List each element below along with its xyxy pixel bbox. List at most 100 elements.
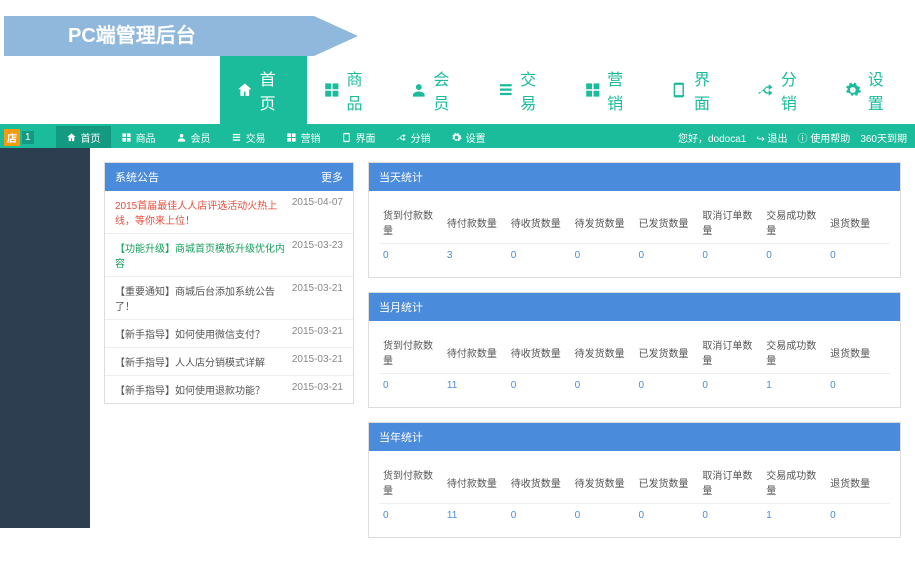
stat-value: 11 — [443, 504, 507, 528]
stat-panel-header: 当天统计 — [369, 163, 900, 191]
stat-value: 0 — [571, 244, 635, 268]
tnav-label: 营销 — [301, 130, 321, 145]
main-nav-home[interactable]: 首页 — [220, 56, 307, 124]
notice-more[interactable]: 更多 — [321, 169, 343, 185]
stat-header: 待付款数量 — [443, 201, 507, 244]
stat-table: 货到付款数量待付款数量待收货数量待发货数量已发货数量取消订单数量交易成功数量退货… — [379, 201, 890, 267]
notice-date: 2015-03-21 — [292, 354, 343, 369]
stat-table: 货到付款数量待付款数量待收货数量待发货数量已发货数量取消订单数量交易成功数量退货… — [379, 461, 890, 527]
stat-value: 11 — [443, 374, 507, 398]
expire-text: 360天到期 — [860, 130, 907, 145]
teal-nav-grid[interactable]: 商品 — [111, 126, 166, 148]
notice-text: 【重要通知】商城后台添加系统公告了！ — [115, 283, 292, 313]
notice-title: 系统公告 — [115, 169, 159, 185]
stat-value: 0 — [698, 244, 762, 268]
stat-value: 0 — [379, 504, 443, 528]
teal-nav-device[interactable]: 界面 — [331, 126, 386, 148]
stat-value: 3 — [443, 244, 507, 268]
tnav-label: 界面 — [356, 130, 376, 145]
notice-item[interactable]: 2015首届最佳人人店评选活动火热上线，等你来上位！2015-04-07 — [105, 191, 353, 233]
stat-header: 待发货数量 — [571, 201, 635, 244]
stat-header: 已发货数量 — [635, 461, 699, 504]
stat-header: 待付款数量 — [443, 461, 507, 504]
nav-label: 设置 — [868, 66, 899, 114]
notice-item[interactable]: 【新手指导】人人店分销模式详解2015-03-21 — [105, 347, 353, 375]
stat-panel: 当年统计 货到付款数量待付款数量待收货数量待发货数量已发货数量取消订单数量交易成… — [368, 422, 901, 538]
main-nav-shuffle[interactable]: 分销 — [741, 56, 828, 124]
stat-value: 0 — [635, 504, 699, 528]
stat-header: 待发货数量 — [571, 331, 635, 374]
stat-header: 待收货数量 — [507, 461, 571, 504]
notice-item[interactable]: 【功能升级】商城首页模板升级优化内容2015-03-23 — [105, 233, 353, 276]
teal-nav-home[interactable]: 首页 — [56, 126, 111, 148]
dark-sidebar — [0, 148, 90, 528]
stat-header: 退货数量 — [826, 461, 890, 504]
logo-area: 店 1 — [0, 129, 38, 146]
stat-header: 交易成功数量 — [762, 461, 826, 504]
stat-header: 货到付款数量 — [379, 201, 443, 244]
stat-value: 0 — [507, 374, 571, 398]
notice-item[interactable]: 【新手指导】如何使用退款功能？2015-03-21 — [105, 375, 353, 403]
stat-panel-header: 当年统计 — [369, 423, 900, 451]
stat-value: 0 — [571, 374, 635, 398]
main-nav-device[interactable]: 界面 — [654, 56, 741, 124]
main-nav-grid[interactable]: 营销 — [568, 56, 655, 124]
notice-text: 2015首届最佳人人店评选活动火热上线，等你来上位！ — [115, 197, 292, 227]
stat-value: 0 — [379, 374, 443, 398]
notice-text: 【新手指导】人人店分销模式详解 — [115, 354, 292, 369]
nav-label: 会员 — [433, 66, 464, 114]
notice-text: 【新手指导】如何使用微信支付？ — [115, 326, 292, 341]
stat-value: 1 — [762, 504, 826, 528]
stat-header: 待收货数量 — [507, 201, 571, 244]
stat-title: 当月统计 — [379, 299, 423, 315]
stat-panel: 当月统计 货到付款数量待付款数量待收货数量待发货数量已发货数量取消订单数量交易成… — [368, 292, 901, 408]
stat-title: 当天统计 — [379, 169, 423, 185]
banner-title: PC端管理后台 — [4, 16, 314, 56]
teal-nav-gear[interactable]: 设置 — [441, 126, 496, 148]
nav-label: 营销 — [607, 66, 638, 114]
teal-nav-shuffle[interactable]: 分销 — [386, 126, 441, 148]
teal-nav-list[interactable]: 交易 — [221, 126, 276, 148]
stat-value: 0 — [635, 374, 699, 398]
stat-value: 0 — [507, 244, 571, 268]
notice-date: 2015-03-21 — [292, 283, 343, 313]
stat-panel: 当天统计 货到付款数量待付款数量待收货数量待发货数量已发货数量取消订单数量交易成… — [368, 162, 901, 278]
notice-panel: 系统公告 更多 2015首届最佳人人店评选活动火热上线，等你来上位！2015-0… — [104, 162, 354, 404]
stat-value: 0 — [698, 504, 762, 528]
stat-header: 待收货数量 — [507, 331, 571, 374]
stat-value: 0 — [379, 244, 443, 268]
tnav-label: 首页 — [81, 130, 101, 145]
banner-arrow — [314, 16, 358, 56]
stat-panel-header: 当月统计 — [369, 293, 900, 321]
logout-link[interactable]: ↪ 退出 — [756, 130, 787, 145]
nav-label: 分销 — [781, 66, 812, 114]
stat-header: 待发货数量 — [571, 461, 635, 504]
stat-header: 退货数量 — [826, 331, 890, 374]
notice-item[interactable]: 【重要通知】商城后台添加系统公告了！2015-03-21 — [105, 276, 353, 319]
notice-text: 【功能升级】商城首页模板升级优化内容 — [115, 240, 292, 270]
nav-label: 交易 — [520, 66, 551, 114]
main-nav-list[interactable]: 交易 — [481, 56, 568, 124]
stat-table: 货到付款数量待付款数量待收货数量待发货数量已发货数量取消订单数量交易成功数量退货… — [379, 331, 890, 397]
notice-item[interactable]: 【新手指导】如何使用微信支付？2015-03-21 — [105, 319, 353, 347]
main-nav-user[interactable]: 会员 — [394, 56, 481, 124]
tnav-label: 设置 — [466, 130, 486, 145]
teal-nav-user[interactable]: 会员 — [166, 126, 221, 148]
notice-text: 【新手指导】如何使用退款功能？ — [115, 382, 292, 397]
stat-header: 已发货数量 — [635, 331, 699, 374]
tnav-label: 分销 — [411, 130, 431, 145]
stat-header: 取消订单数量 — [698, 331, 762, 374]
stat-value: 0 — [571, 504, 635, 528]
stat-header: 货到付款数量 — [379, 461, 443, 504]
teal-nav: 首页商品会员交易 营销 界面 分销 设置 — [56, 126, 496, 148]
teal-nav-grid[interactable]: 营销 — [276, 126, 331, 148]
stat-header: 货到付款数量 — [379, 331, 443, 374]
main-nav-gear[interactable]: 设置 — [828, 56, 915, 124]
stat-value: 0 — [762, 244, 826, 268]
stat-header: 取消订单数量 — [698, 461, 762, 504]
stat-value: 0 — [635, 244, 699, 268]
notice-header: 系统公告 更多 — [105, 163, 353, 191]
help-link[interactable]: ⓘ 使用帮助 — [798, 130, 851, 145]
main-nav-grid[interactable]: 商品 — [307, 56, 394, 124]
notice-date: 2015-03-21 — [292, 326, 343, 341]
